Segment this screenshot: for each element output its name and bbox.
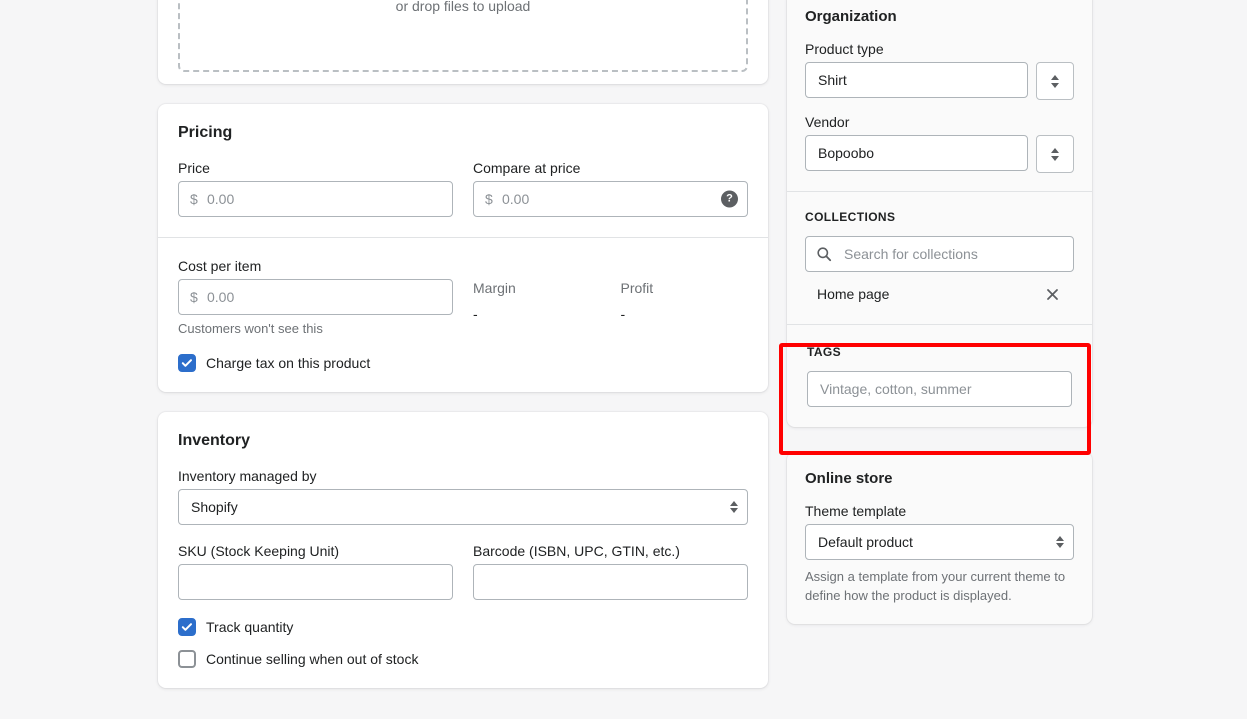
product-type-field-group: Shirt <box>805 62 1074 100</box>
profit-label: Profit <box>620 280 654 296</box>
dropzone-label: or drop files to upload <box>395 0 531 14</box>
price-row: Price $ Compare at price $ ? <box>178 160 748 217</box>
triangle-down-icon <box>1056 543 1064 548</box>
cost-per-item-input-wrapper: $ <box>178 279 453 315</box>
vendor-select[interactable]: Bopoobo <box>805 135 1028 171</box>
cost-per-item-helper-text: Customers won't see this <box>178 321 323 336</box>
collections-search-input[interactable] <box>805 236 1074 272</box>
pricing-top-section: Pricing Price $ Compare at price $ <box>158 104 768 237</box>
charge-tax-checkbox-row[interactable]: Charge tax on this product <box>178 354 748 372</box>
vendor-field-group: Bopoobo <box>805 135 1074 173</box>
triangle-down-icon <box>1051 82 1059 88</box>
inventory-card: Inventory Inventory managed by Shopify S… <box>158 412 768 688</box>
product-type-value: Shirt <box>818 72 847 88</box>
cost-per-item-label: Cost per item <box>178 258 262 274</box>
inventory-managed-by-value: Shopify <box>191 499 238 515</box>
triangle-up-icon <box>730 501 738 506</box>
compare-at-price-input[interactable] <box>473 181 748 217</box>
close-icon[interactable] <box>1042 284 1062 304</box>
collections-search-wrapper <box>805 236 1074 272</box>
compare-at-price-field-group: Compare at price $ ? <box>473 160 748 217</box>
barcode-field-group: Barcode (ISBN, UPC, GTIN, etc.) <box>473 543 748 600</box>
margin-profit-group: Margin - Profit - <box>473 258 748 336</box>
barcode-input[interactable] <box>473 564 748 600</box>
charge-tax-label: Charge tax on this product <box>206 355 371 371</box>
pricing-title: Pricing <box>178 124 233 141</box>
theme-template-select-wrapper[interactable]: Default product <box>805 524 1074 560</box>
continue-selling-label: Continue selling when out of stock <box>206 651 419 667</box>
profit-metric: Profit - <box>621 280 749 336</box>
help-icon[interactable]: ? <box>721 190 738 208</box>
sku-input[interactable] <box>178 564 453 600</box>
theme-template-label: Theme template <box>805 503 907 519</box>
tags-section: TAGS <box>787 325 1092 427</box>
margin-value: - <box>473 306 478 322</box>
vendor-label: Vendor <box>805 114 850 130</box>
product-type-select[interactable]: Shirt <box>805 62 1028 98</box>
sku-field-group: SKU (Stock Keeping Unit) <box>178 543 453 600</box>
sku-label: SKU (Stock Keeping Unit) <box>178 543 340 559</box>
triangle-up-icon <box>1056 536 1064 541</box>
collection-selected-item: Home page <box>805 276 1074 312</box>
price-input-wrapper: $ <box>178 181 453 217</box>
track-quantity-checkbox[interactable] <box>178 618 196 636</box>
online-store-title: Online store <box>805 470 893 487</box>
triangle-up-icon <box>1051 147 1059 153</box>
compare-at-price-input-wrapper: $ ? <box>473 181 748 217</box>
tags-input[interactable] <box>807 371 1072 407</box>
track-quantity-label: Track quantity <box>206 619 294 635</box>
collections-heading: COLLECTIONS <box>805 210 896 224</box>
margin-label: Margin <box>473 280 516 296</box>
tags-heading: TAGS <box>807 345 842 359</box>
inventory-managed-by-label: Inventory managed by <box>178 468 317 484</box>
product-type-label: Product type <box>805 41 884 57</box>
product-type-stepper-button[interactable] <box>1036 62 1074 100</box>
price-label: Price <box>178 160 210 176</box>
sku-barcode-row: SKU (Stock Keeping Unit) Barcode (ISBN, … <box>178 543 748 600</box>
media-dropzone[interactable]: or drop files to upload <box>178 0 748 72</box>
organization-title: Organization <box>805 8 897 25</box>
collections-section: COLLECTIONS Home page <box>787 192 1092 324</box>
online-store-section: Online store Theme template Default prod… <box>787 452 1092 624</box>
inventory-managed-by-select-wrapper[interactable]: Shopify <box>178 489 748 525</box>
organization-card: Organization Product type Shirt Vendor B… <box>787 0 1092 427</box>
cost-row: Cost per item $ Customers won't see this… <box>178 258 748 336</box>
pricing-cost-section: Cost per item $ Customers won't see this… <box>158 238 768 392</box>
price-input[interactable] <box>178 181 453 217</box>
theme-template-select[interactable]: Default product <box>805 524 1074 560</box>
main-column: or drop files to upload Pricing Price $ <box>158 0 768 708</box>
cost-per-item-input[interactable] <box>178 279 453 315</box>
media-card: or drop files to upload <box>158 0 768 84</box>
barcode-label: Barcode (ISBN, UPC, GTIN, etc.) <box>473 543 680 559</box>
triangle-down-icon <box>730 508 738 513</box>
cost-per-item-field-group: Cost per item $ Customers won't see this <box>178 258 453 336</box>
track-quantity-checkbox-row[interactable]: Track quantity <box>178 618 748 636</box>
vendor-value: Bopoobo <box>818 145 875 161</box>
online-store-card: Online store Theme template Default prod… <box>787 452 1092 624</box>
profit-value: - <box>620 306 626 322</box>
continue-selling-checkbox[interactable] <box>178 650 196 668</box>
collection-name: Home page <box>817 286 890 302</box>
continue-selling-checkbox-row[interactable]: Continue selling when out of stock <box>178 650 748 668</box>
sidebar-column: Organization Product type Shirt Vendor B… <box>787 0 1092 644</box>
inventory-managed-by-select[interactable]: Shopify <box>178 489 748 525</box>
price-field-group: Price $ <box>178 160 453 217</box>
organization-section: Organization Product type Shirt Vendor B… <box>787 0 1092 191</box>
inventory-section: Inventory Inventory managed by Shopify S… <box>158 412 768 688</box>
product-editor-page: or drop files to upload Pricing Price $ <box>0 0 1247 719</box>
theme-template-helper-text: Assign a template from your current them… <box>805 569 1066 603</box>
charge-tax-checkbox[interactable] <box>178 354 196 372</box>
triangle-down-icon <box>1051 155 1059 161</box>
vendor-stepper-button[interactable] <box>1036 135 1074 173</box>
margin-metric: Margin - <box>473 280 601 336</box>
triangle-up-icon <box>1051 74 1059 80</box>
chevron-updown-icon <box>730 501 738 513</box>
theme-template-value: Default product <box>818 534 913 550</box>
compare-at-price-label: Compare at price <box>473 160 581 176</box>
pricing-card: Pricing Price $ Compare at price $ <box>158 104 768 392</box>
chevron-updown-icon <box>1056 536 1064 548</box>
inventory-title: Inventory <box>178 432 251 449</box>
